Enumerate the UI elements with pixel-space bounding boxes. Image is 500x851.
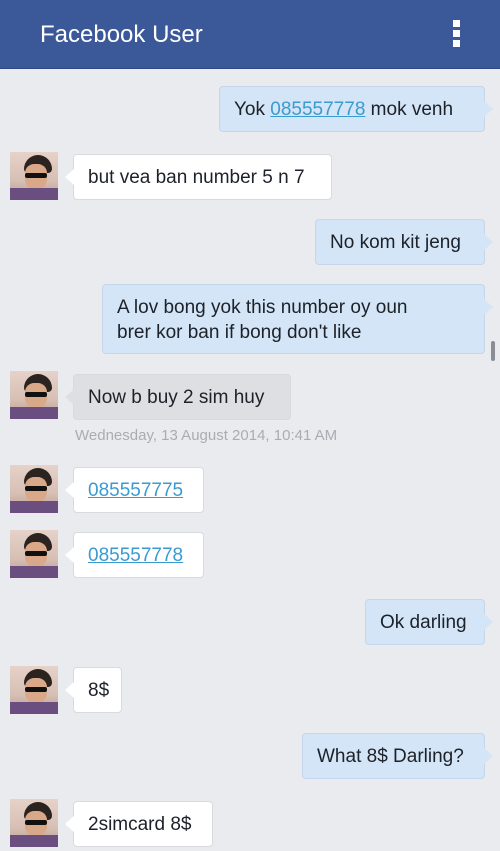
message-text: What 8$ Darling? bbox=[317, 746, 464, 767]
incoming-message: 085557775 bbox=[65, 467, 204, 513]
message-text-line: A lov bong yok this number oy oun bbox=[117, 297, 408, 318]
incoming-message: but vea ban number 5 n 7 bbox=[65, 154, 332, 200]
avatar[interactable] bbox=[10, 371, 58, 419]
outgoing-message: Yok 085557778 mok venh bbox=[219, 86, 493, 132]
incoming-message: 2simcard 8$ bbox=[65, 801, 213, 847]
message-text: mok venh bbox=[365, 99, 454, 120]
incoming-message: 085557778 bbox=[65, 532, 204, 578]
app-header: Facebook User bbox=[0, 0, 500, 69]
message-thread[interactable]: Yok 085557778 mok venh but vea ban numbe… bbox=[0, 69, 500, 851]
message-timestamp: Wednesday, 13 August 2014, 10:41 AM bbox=[75, 427, 338, 444]
outgoing-message: A lov bong yok this number oy oun brer k… bbox=[102, 284, 493, 354]
message-text: Yok bbox=[234, 99, 271, 120]
message-text: No kom kit jeng bbox=[330, 232, 461, 253]
outgoing-message: What 8$ Darling? bbox=[302, 733, 493, 779]
scrollbar[interactable] bbox=[491, 341, 495, 361]
message-text: 8$ bbox=[88, 680, 110, 701]
avatar[interactable] bbox=[10, 152, 58, 200]
outgoing-message: No kom kit jeng bbox=[315, 219, 493, 265]
outgoing-message: Ok darling bbox=[365, 599, 493, 645]
incoming-message: Now b buy 2 sim huy bbox=[65, 374, 291, 420]
message-text: but vea ban number 5 n 7 bbox=[88, 167, 305, 188]
avatar[interactable] bbox=[10, 530, 58, 578]
avatar[interactable] bbox=[10, 799, 58, 847]
phone-number-link[interactable]: 085557778 bbox=[88, 545, 183, 566]
conversation-title: Facebook User bbox=[40, 21, 203, 48]
message-text: 2simcard 8$ bbox=[88, 814, 192, 835]
message-text: Now b buy 2 sim huy bbox=[88, 387, 265, 408]
message-text-line: brer kor ban if bong don't like bbox=[117, 322, 362, 343]
vertical-ellipsis-icon[interactable] bbox=[448, 18, 464, 50]
incoming-message: 8$ bbox=[65, 667, 122, 713]
avatar[interactable] bbox=[10, 465, 58, 513]
phone-number-link[interactable]: 085557775 bbox=[88, 480, 183, 501]
avatar[interactable] bbox=[10, 666, 58, 714]
message-text: Ok darling bbox=[380, 612, 467, 633]
phone-number-link[interactable]: 085557778 bbox=[270, 99, 365, 120]
